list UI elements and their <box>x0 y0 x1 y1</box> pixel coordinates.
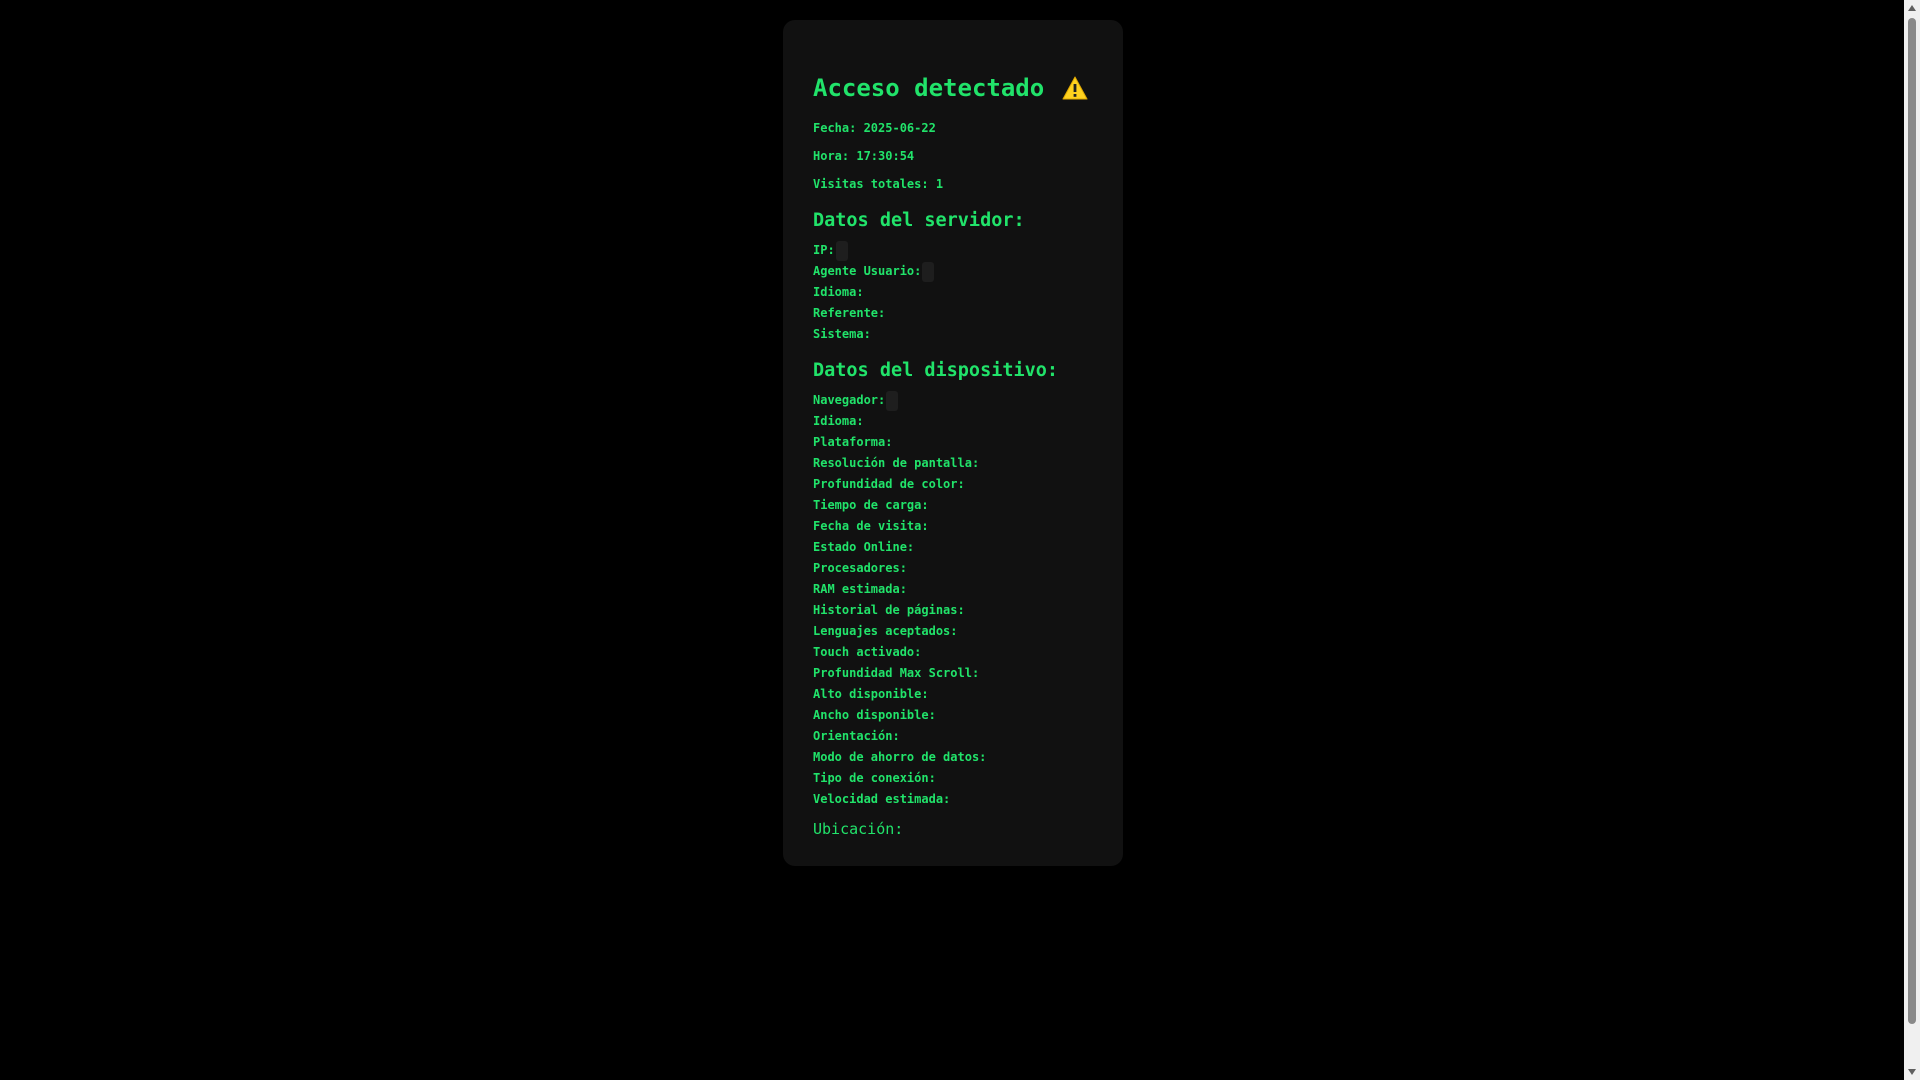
device-field-max-scroll: Profundidad Max Scroll: <box>813 663 1094 684</box>
field-label: Modo de ahorro de datos: <box>813 750 987 764</box>
field-label: Navegador: <box>813 393 886 407</box>
field-label: Estado Online: <box>813 540 915 554</box>
visits-text: Visitas totales: 1 <box>813 177 944 191</box>
device-field-accepted-languages: Lenguajes aceptados: <box>813 621 1094 642</box>
device-field-platform: Plataforma: <box>813 432 1094 453</box>
user-agent-value <box>922 261 935 282</box>
server-field-referrer: Referente: <box>813 303 1094 324</box>
device-field-avail-width: Ancho disponible: <box>813 705 1094 726</box>
field-label: Profundidad Max Scroll: <box>813 666 980 680</box>
server-field-user-agent: Agente Usuario: <box>813 261 1094 282</box>
scroll-up-arrow-icon[interactable] <box>1904 0 1920 16</box>
field-label: Referente: <box>813 306 886 320</box>
field-label: Idioma: <box>813 285 864 299</box>
title-row: Acceso detectado <box>813 68 1094 108</box>
device-field-data-saver: Modo de ahorro de datos: <box>813 747 1094 768</box>
scroll-down-arrow-icon[interactable] <box>1904 1064 1920 1080</box>
browser-value <box>886 390 899 411</box>
device-fields: Navegador: Idioma: Plataforma: Resolució… <box>813 390 1094 810</box>
field-label: Touch activado: <box>813 645 922 659</box>
device-field-touch: Touch activado: <box>813 642 1094 663</box>
device-field-avail-height: Alto disponible: <box>813 684 1094 705</box>
field-label: Ancho disponible: <box>813 708 936 722</box>
field-label: Fecha de visita: <box>813 519 929 533</box>
field-label: Orientación: <box>813 729 900 743</box>
device-section-title: Datos del dispositivo: <box>813 360 1059 381</box>
scrollbar-thumb[interactable] <box>1908 18 1916 1024</box>
field-label: Plataforma: <box>813 435 893 449</box>
device-field-load-time: Tiempo de carga: <box>813 495 1094 516</box>
server-section-title: Datos del servidor: <box>813 210 1025 231</box>
device-field-speed: Velocidad estimada: <box>813 789 1094 810</box>
location-label: Ubicación: <box>813 820 904 838</box>
field-label: Tipo de conexión: <box>813 771 936 785</box>
device-field-resolution: Resolución de pantalla: <box>813 453 1094 474</box>
warning-icon <box>1062 76 1088 100</box>
server-field-language: Idioma: <box>813 282 1094 303</box>
device-field-processors: Procesadores: <box>813 558 1094 579</box>
server-field-ip: IP: <box>813 240 1094 261</box>
field-label: Sistema: <box>813 327 871 341</box>
device-field-color-depth: Profundidad de color: <box>813 474 1094 495</box>
time-text: Hora: 17:30:54 <box>813 149 915 163</box>
ip-value <box>835 240 848 261</box>
vertical-scrollbar[interactable] <box>1904 0 1920 1080</box>
device-field-orientation: Orientación: <box>813 726 1094 747</box>
device-field-language: Idioma: <box>813 411 1094 432</box>
field-label: RAM estimada: <box>813 582 907 596</box>
field-label: IP: <box>813 243 835 257</box>
device-field-online-status: Estado Online: <box>813 537 1094 558</box>
field-label: Lenguajes aceptados: <box>813 624 958 638</box>
field-label: Agente Usuario: <box>813 264 922 278</box>
access-card: Acceso detectado Fecha: 2025-06-22 Hora:… <box>783 20 1123 866</box>
device-field-connection-type: Tipo de conexión: <box>813 768 1094 789</box>
server-field-system: Sistema: <box>813 324 1094 345</box>
field-label: Idioma: <box>813 414 864 428</box>
device-field-visit-date: Fecha de visita: <box>813 516 1094 537</box>
device-field-ram: RAM estimada: <box>813 579 1094 600</box>
field-label: Tiempo de carga: <box>813 498 929 512</box>
server-fields: IP: Agente Usuario: Idioma: Referente: S… <box>813 240 1094 345</box>
page-title: Acceso detectado <box>813 74 1045 102</box>
field-label: Resolución de pantalla: <box>813 456 980 470</box>
field-label: Historial de páginas: <box>813 603 965 617</box>
field-label: Alto disponible: <box>813 687 929 701</box>
device-field-history: Historial de páginas: <box>813 600 1094 621</box>
field-label: Profundidad de color: <box>813 477 965 491</box>
device-field-browser: Navegador: <box>813 390 1094 411</box>
date-text: Fecha: 2025-06-22 <box>813 121 936 135</box>
field-label: Velocidad estimada: <box>813 792 951 806</box>
field-label: Procesadores: <box>813 561 907 575</box>
